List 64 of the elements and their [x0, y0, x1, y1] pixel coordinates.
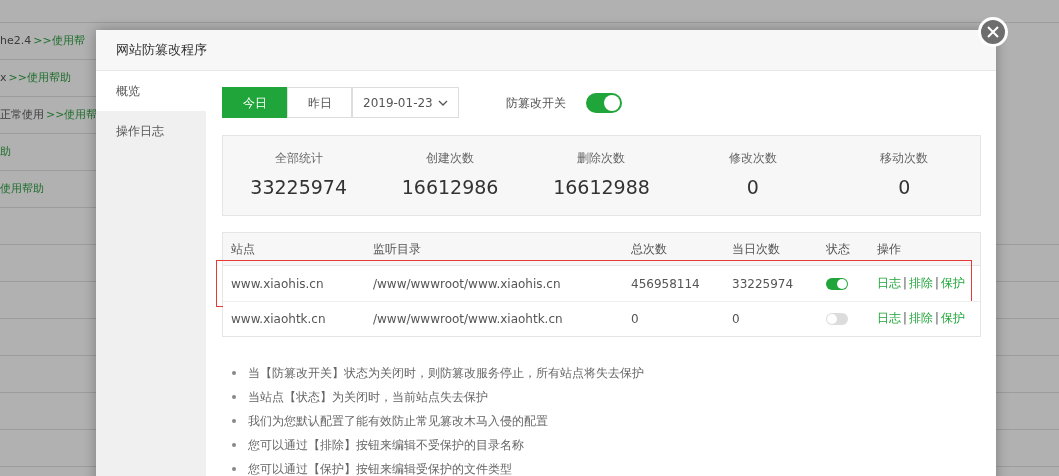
stat-value: 0	[898, 175, 911, 201]
separator-text: |	[903, 274, 907, 292]
column-header: 站点	[231, 241, 256, 258]
dialog-title: 网站防篡改程序	[116, 41, 207, 60]
note-text: 当站点【状态】为关闭时，当前站点失去保护	[248, 389, 488, 406]
bullet-icon	[232, 395, 236, 399]
bullet-icon	[232, 371, 236, 375]
separator-text: |	[903, 310, 907, 328]
bullet-icon	[232, 443, 236, 447]
background-text: he2.4	[0, 32, 32, 49]
stat-value: 33225974	[250, 175, 348, 201]
action-link[interactable]: 排除	[908, 274, 933, 293]
close-button[interactable]	[978, 17, 1008, 47]
column-header: 操作	[877, 241, 902, 258]
bullet-icon	[232, 419, 236, 423]
stat-label: 修改次数	[728, 150, 777, 168]
table-cell-text: 0	[631, 311, 640, 328]
note-text: 当【防篡改开关】状态为关闭时，则防篡改服务停止，所有站点将失去保护	[248, 365, 644, 382]
bullet-icon	[232, 467, 236, 471]
help-link[interactable]: >>使用帮	[46, 106, 98, 124]
note-text: 您可以通过【排除】按钮来编辑不受保护的目录名称	[248, 437, 524, 454]
stat-label: 全部统计	[274, 150, 323, 168]
stat-value: 0	[746, 175, 759, 201]
toggle-switch[interactable]	[586, 92, 622, 113]
action-link[interactable]: 保护	[940, 310, 965, 328]
note-text: 我们为您默认配置了能有效防止常见篡改木马入侵的配置	[248, 413, 548, 430]
table-cell-text: 33225974	[732, 275, 795, 293]
table-cell-text: 456958114	[631, 275, 701, 293]
table-cell-text: 0	[732, 311, 741, 328]
stat-label: 移动次数	[880, 150, 929, 168]
separator-text: |	[934, 274, 939, 292]
table-cell-text: /www/wwwroot/www.xiaohis.cn	[373, 275, 562, 293]
table-cell-text: www.xiaohtk.cn	[231, 311, 327, 328]
stat-value: 16612986	[401, 175, 499, 201]
table-cell-text: /www/wwwroot/www.xiaohtk.cn	[373, 311, 564, 328]
action-link[interactable]: 日志	[877, 274, 901, 293]
toggle-switch[interactable]	[826, 277, 848, 290]
stat-value: 16612988	[553, 175, 650, 201]
column-header: 状态	[826, 241, 851, 258]
background-text: 正常使用	[0, 106, 44, 123]
chevron-down-icon	[438, 99, 448, 106]
column-header: 当日次数	[732, 241, 781, 258]
help-link[interactable]: 助	[0, 143, 11, 161]
separator-text: |	[934, 310, 939, 328]
table-cell-text: www.xiaohis.cn	[231, 275, 325, 293]
stat-label: 删除次数	[577, 150, 626, 168]
action-link[interactable]: 保护	[940, 274, 965, 293]
note-text: 您可以通过【保护】按钮来编辑受保护的文件类型	[248, 461, 512, 476]
help-link[interactable]: 使用帮助	[0, 180, 44, 198]
date-select[interactable]: 2019-01-23	[352, 87, 459, 118]
toggle-switch[interactable]	[826, 313, 848, 325]
column-header: 监听目录	[373, 241, 422, 258]
action-link[interactable]: 日志	[877, 310, 901, 328]
close-icon	[987, 26, 999, 38]
column-header: 总次数	[631, 241, 668, 258]
switch-label: 防篡改开关	[506, 94, 566, 112]
sidebar-item[interactable]: 概览	[96, 71, 206, 111]
background-text: x	[0, 69, 7, 86]
action-link[interactable]: 排除	[908, 310, 933, 328]
help-link[interactable]: >>使用帮	[33, 32, 85, 50]
stat-label: 创建次数	[426, 150, 475, 168]
day-tab[interactable]: 今日	[222, 87, 287, 118]
day-tab[interactable]: 昨日	[287, 87, 352, 118]
help-link[interactable]: >>使用帮助	[8, 69, 71, 87]
